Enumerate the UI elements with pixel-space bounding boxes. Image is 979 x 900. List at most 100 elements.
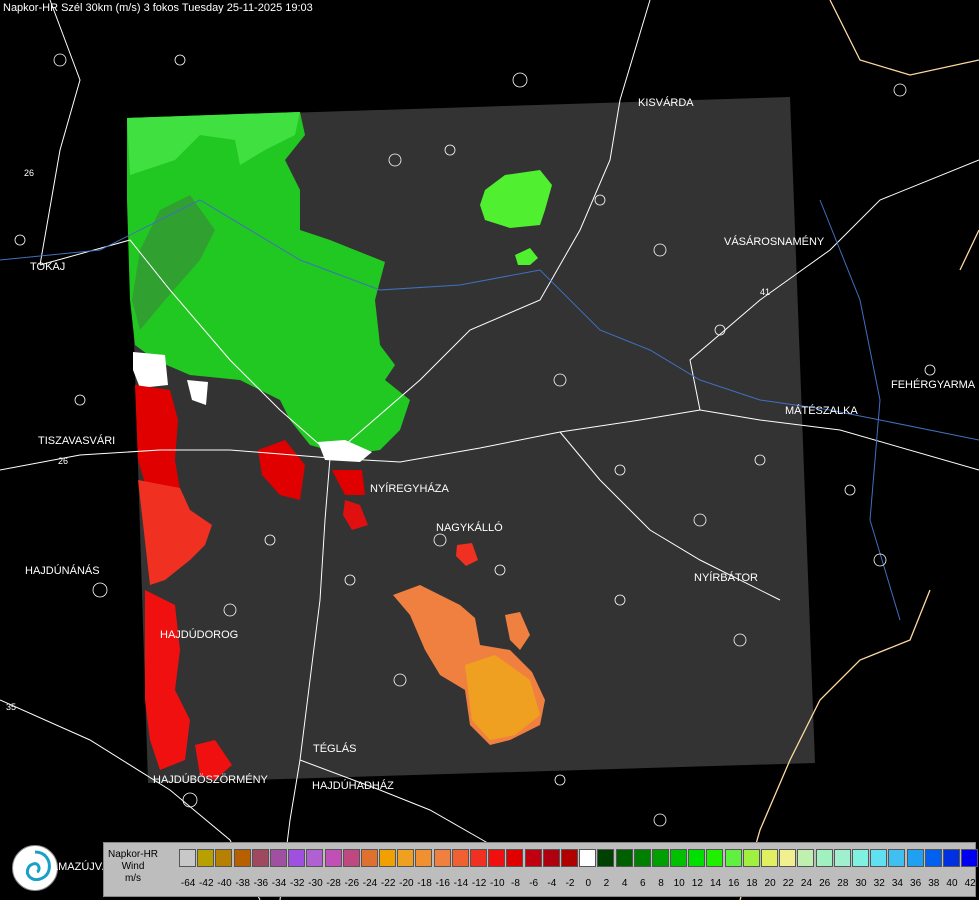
legend-swatch: [233, 849, 251, 867]
legend-tick-label: 16: [728, 878, 740, 889]
city-label: KISVÁRDA: [638, 97, 694, 109]
legend-tick-label: 0: [585, 878, 591, 889]
legend-tick-label: 12: [691, 878, 703, 889]
legend-swatch: [342, 849, 360, 867]
legend-tick-label: -18: [417, 878, 432, 889]
legend-swatch: [815, 849, 833, 867]
legend-tick-label: -8: [511, 878, 520, 889]
road-number: 26: [24, 168, 35, 178]
legend-swatch: [615, 849, 633, 867]
legend-tick-label: -40: [217, 878, 232, 889]
legend-swatch: [488, 849, 506, 867]
legend-swatch: [779, 849, 797, 867]
legend-swatch: [324, 849, 342, 867]
legend-swatch: [888, 849, 906, 867]
legend-tick-label: -4: [547, 878, 557, 889]
legend-tick-label: -28: [326, 878, 341, 889]
map-title: Napkor-HR Szél 30km (m/s) 3 fokos Tuesda…: [3, 2, 313, 14]
legend-swatch: [670, 849, 688, 867]
white-echo: [133, 352, 168, 388]
legend-tick-label: -64: [180, 878, 196, 889]
legend-swatch: [688, 849, 706, 867]
legend-tick-label: 6: [640, 878, 646, 889]
city-label: TOKAJ: [30, 261, 66, 273]
legend-swatch: [269, 849, 287, 867]
legend-tick-label: 34: [891, 878, 903, 889]
legend-swatch: [215, 849, 233, 867]
legend-swatch: [761, 849, 778, 867]
legend-swatch: [797, 849, 815, 867]
legend-tick-label: -14: [453, 878, 469, 889]
legend-swatch: [306, 849, 324, 867]
legend-tick-label: -10: [490, 878, 505, 889]
legend-swatch: [179, 849, 196, 867]
legend-tick-label: -30: [308, 878, 323, 889]
legend-tick-label: 28: [837, 878, 849, 889]
legend-tick-label: -34: [271, 878, 287, 889]
legend-swatch: [506, 849, 524, 867]
legend-tick-label: 4: [621, 878, 628, 889]
legend-tick-label: 10: [673, 878, 685, 889]
legend-tick-label: -20: [399, 878, 414, 889]
legend-tick-label: -32: [289, 878, 305, 889]
legend-ticks: -64 -42 -40 -38 -36 -34 -32 -30 -28 -26 -24 -22 -20-…: [179, 878, 979, 889]
legend-swatch: [379, 849, 397, 867]
legend-tick-label: 38: [928, 878, 940, 889]
road-number: 26: [58, 456, 69, 466]
city-label: NAGYKÁLLÓ: [436, 522, 503, 534]
legend-swatch: [524, 849, 542, 867]
legend-tick-label: 14: [709, 878, 722, 889]
city-label: MÁTÉSZALKA: [785, 405, 858, 417]
legend-swatch: [597, 849, 615, 867]
legend-tick-label: -26: [344, 878, 359, 889]
legend-tick-label: 22: [782, 878, 794, 889]
legend-tick-label: -22: [380, 878, 396, 889]
legend-swatch: [651, 849, 669, 867]
legend-tick-label: 40: [946, 878, 958, 889]
legend-tick-label: 36: [910, 878, 922, 889]
city-label: TISZAVASVÁRI: [38, 435, 116, 447]
legend-swatch: [451, 849, 469, 867]
legend-swatch: [942, 849, 960, 867]
legend-swatch: [633, 849, 651, 867]
legend-tick-label: -24: [362, 878, 378, 889]
legend-swatch: [742, 849, 760, 867]
road-number: 41: [760, 287, 771, 297]
legend-swatch: [961, 849, 979, 867]
legend-tick-label: 8: [658, 878, 664, 889]
legend-tick-label: 26: [819, 878, 831, 889]
legend-tick-label: 2: [603, 878, 610, 889]
legend-swatch: [706, 849, 724, 867]
legend-tick-label: -42: [199, 878, 214, 889]
legend-swatch: [397, 849, 415, 867]
city-label: VÁSÁROSNAMÉNY: [724, 236, 825, 248]
city-label: NYÍREGYHÁZA: [370, 483, 449, 495]
legend-swatch: [724, 849, 742, 867]
legend-swatch: [360, 849, 378, 867]
city-label: NYÍRBÁTOR: [694, 572, 758, 584]
legend-tick-label: 24: [800, 878, 813, 889]
legend-tick-label: 42: [964, 878, 976, 889]
legend-tick-label: 30: [855, 878, 867, 889]
legend-tick-label: -16: [435, 878, 450, 889]
legend-swatch: [924, 849, 942, 867]
legend-swatch: [542, 849, 560, 867]
city-label: HAJDÚBÖSZÖRMÉNY: [153, 774, 268, 786]
legend-tick-label: -12: [471, 878, 487, 889]
legend-swatches: [179, 849, 979, 867]
city-label: HAJDÚDOROG: [160, 629, 239, 641]
legend-tick-label: -2: [565, 878, 575, 889]
legend-swatch: [870, 849, 888, 867]
legend-swatch: [851, 849, 869, 867]
legend-swatch: [251, 849, 269, 867]
legend-swatch: [560, 849, 578, 867]
legend-swatch: [415, 849, 433, 867]
legend-swatch: [288, 849, 306, 867]
city-label: FEHÉRGYARMA: [891, 379, 976, 391]
legend-swatch: [833, 849, 851, 867]
radar-map: [0, 0, 979, 900]
city-label: HAJDÚNÁNÁS: [25, 565, 100, 577]
road-number: 35: [6, 702, 17, 712]
legend-swatch: [906, 849, 924, 867]
wind-legend: Napkor-HR Wind m/s -64 -42 -40 -38 -36 -34 -32…: [103, 842, 979, 897]
